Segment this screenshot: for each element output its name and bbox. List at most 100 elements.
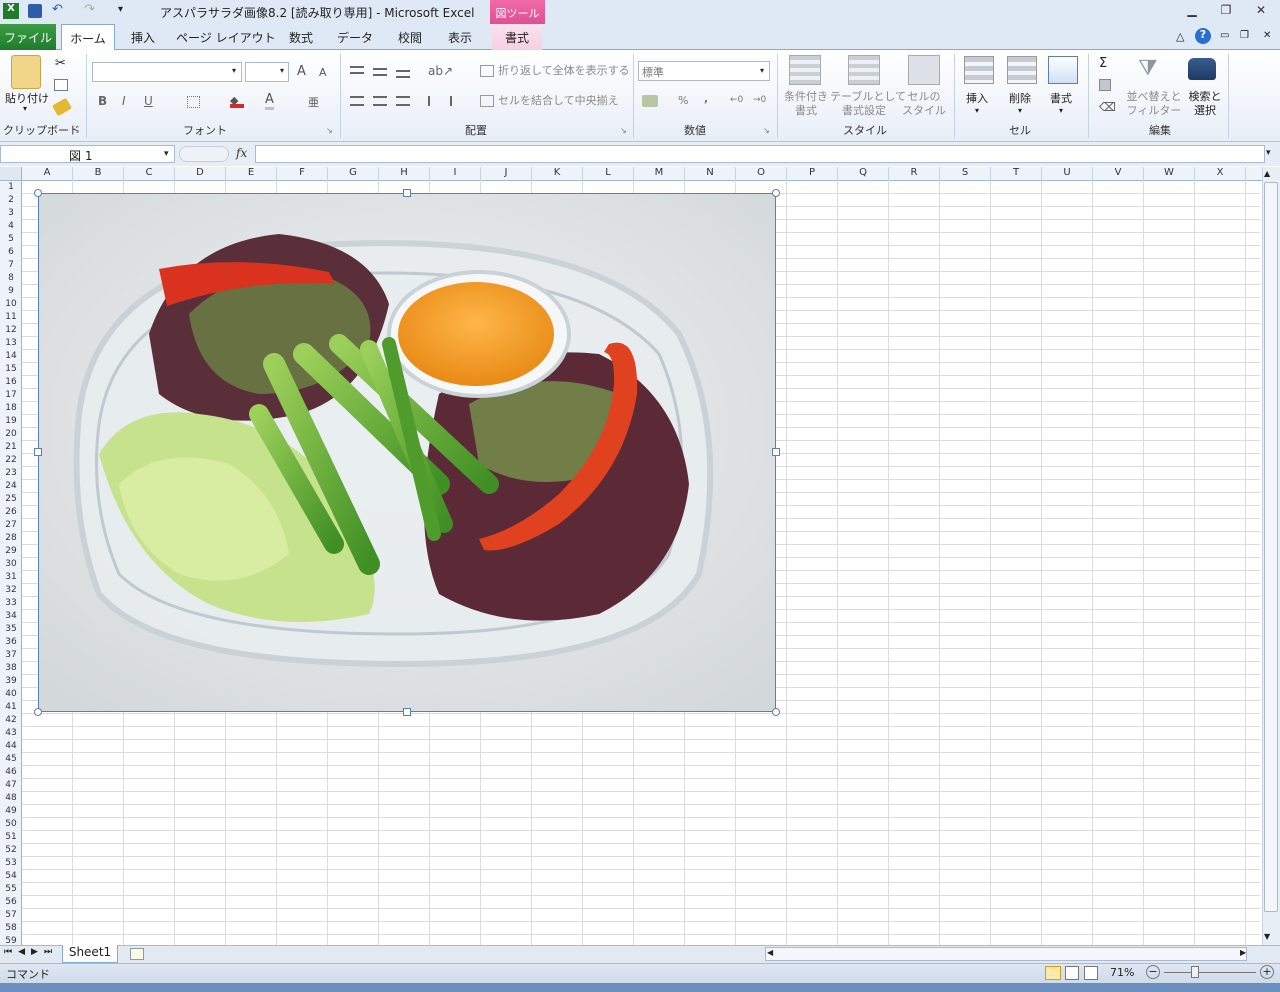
- row-header[interactable]: 40: [0, 688, 22, 701]
- row-header[interactable]: 31: [0, 571, 22, 584]
- tab-file[interactable]: ファイル: [0, 24, 56, 50]
- row-header[interactable]: 21: [0, 441, 22, 454]
- align-bottom-icon[interactable]: [396, 70, 410, 78]
- row-header[interactable]: 20: [0, 428, 22, 441]
- decrease-decimal-icon[interactable]: →0: [753, 95, 766, 105]
- row-header[interactable]: 14: [0, 350, 22, 363]
- row-header[interactable]: 5: [0, 233, 22, 246]
- undo-icon[interactable]: ↶: [52, 2, 63, 17]
- tab-review[interactable]: 校閲: [392, 24, 428, 50]
- normal-view-icon[interactable]: [1045, 966, 1061, 980]
- help-icon[interactable]: ?: [1195, 28, 1211, 44]
- row-header[interactable]: 51: [0, 831, 22, 844]
- row-header[interactable]: 41: [0, 701, 22, 714]
- page-break-view-icon[interactable]: [1084, 966, 1098, 980]
- column-header[interactable]: Q: [838, 167, 889, 181]
- insert-cells-dropdown-icon[interactable]: ▾: [975, 106, 979, 115]
- number-format-combo[interactable]: 標準: [638, 61, 770, 81]
- align-middle-icon[interactable]: [373, 68, 387, 76]
- row-header[interactable]: 25: [0, 493, 22, 506]
- tab-insert[interactable]: 挿入: [125, 24, 161, 50]
- row-header[interactable]: 39: [0, 675, 22, 688]
- name-box-dropdown-icon[interactable]: ▾: [164, 149, 169, 159]
- conditional-formatting-button[interactable]: 条件付き 書式: [782, 90, 830, 118]
- row-header[interactable]: 17: [0, 389, 22, 402]
- number-launcher-icon[interactable]: ↘: [763, 126, 770, 135]
- increase-decimal-icon[interactable]: ←0: [730, 95, 743, 105]
- column-header[interactable]: N: [685, 167, 736, 181]
- row-header[interactable]: 45: [0, 753, 22, 766]
- find-binoculars-icon[interactable]: [1188, 58, 1216, 80]
- decrease-indent-icon[interactable]: [428, 96, 442, 106]
- column-header[interactable]: V: [1093, 167, 1144, 181]
- align-left-icon[interactable]: [350, 96, 364, 106]
- row-header[interactable]: 46: [0, 766, 22, 779]
- resize-handle-top-right[interactable]: [772, 189, 780, 197]
- workbook-minimize-icon[interactable]: ▭: [1220, 30, 1229, 41]
- row-header[interactable]: 11: [0, 311, 22, 324]
- delete-cells-dropdown-icon[interactable]: ▾: [1018, 106, 1022, 115]
- scroll-down-icon[interactable]: ▼: [1264, 932, 1270, 941]
- paste-icon[interactable]: [11, 55, 41, 89]
- row-header[interactable]: 23: [0, 467, 22, 480]
- cell-styles-button[interactable]: セルの スタイル: [898, 90, 950, 118]
- resize-handle-left[interactable]: [34, 448, 42, 456]
- row-header[interactable]: 48: [0, 792, 22, 805]
- row-header[interactable]: 16: [0, 376, 22, 389]
- row-header[interactable]: 52: [0, 844, 22, 857]
- column-header[interactable]: L: [583, 167, 634, 181]
- column-header[interactable]: O: [736, 167, 787, 181]
- column-header[interactable]: R: [889, 167, 940, 181]
- row-header[interactable]: 9: [0, 285, 22, 298]
- row-header[interactable]: 35: [0, 623, 22, 636]
- row-header[interactable]: 28: [0, 532, 22, 545]
- column-header[interactable]: F: [277, 167, 328, 181]
- column-header[interactable]: U: [1042, 167, 1093, 181]
- row-header[interactable]: 18: [0, 402, 22, 415]
- delete-cells-icon[interactable]: [1007, 56, 1037, 84]
- row-header[interactable]: 12: [0, 324, 22, 337]
- scroll-left-icon[interactable]: ◀: [767, 948, 773, 957]
- customize-qat-icon[interactable]: ▾: [118, 4, 123, 15]
- column-header[interactable]: G: [328, 167, 379, 181]
- delete-cells-button[interactable]: 削除: [1009, 90, 1031, 106]
- sort-filter-icon[interactable]: ⧩: [1138, 56, 1158, 81]
- zoom-level[interactable]: 71%: [1110, 966, 1134, 979]
- row-header[interactable]: 37: [0, 649, 22, 662]
- wrap-text-icon[interactable]: [480, 65, 494, 77]
- name-box[interactable]: 図 1: [0, 145, 175, 163]
- row-header[interactable]: 43: [0, 727, 22, 740]
- row-header[interactable]: 53: [0, 857, 22, 870]
- align-right-icon[interactable]: [396, 96, 410, 106]
- resize-handle-right[interactable]: [772, 448, 780, 456]
- minimize-icon[interactable]: ▁: [1181, 3, 1203, 19]
- select-all-corner[interactable]: [0, 167, 22, 181]
- workbook-close-icon[interactable]: ✕: [1263, 30, 1271, 41]
- minimize-ribbon-icon[interactable]: △: [1176, 30, 1184, 43]
- conditional-formatting-icon[interactable]: [789, 55, 821, 85]
- column-header[interactable]: D: [175, 167, 226, 181]
- restore-icon[interactable]: ❐: [1215, 3, 1237, 19]
- align-center-icon[interactable]: [373, 96, 387, 106]
- column-header[interactable]: I: [430, 167, 481, 181]
- row-header[interactable]: 42: [0, 714, 22, 727]
- merge-center-button[interactable]: セルを結合して中央揃え: [498, 94, 619, 108]
- tab-data[interactable]: データ: [336, 24, 374, 50]
- wrap-text-button[interactable]: 折り返して全体を表示する: [498, 64, 630, 78]
- row-header[interactable]: 38: [0, 662, 22, 675]
- resize-handle-top[interactable]: [403, 189, 411, 197]
- vertical-scroll-thumb[interactable]: [1264, 182, 1278, 912]
- copy-icon[interactable]: [54, 79, 68, 91]
- underline-icon[interactable]: U: [144, 94, 153, 108]
- increase-indent-icon[interactable]: [450, 96, 464, 106]
- save-icon[interactable]: [28, 4, 42, 18]
- row-header[interactable]: 19: [0, 415, 22, 428]
- increase-font-icon[interactable]: A: [297, 64, 306, 79]
- row-header[interactable]: 29: [0, 545, 22, 558]
- column-header[interactable]: B: [73, 167, 124, 181]
- font-color-icon[interactable]: A: [265, 92, 274, 110]
- column-header[interactable]: J: [481, 167, 532, 181]
- autosum-button[interactable]: Σ: [1099, 56, 1107, 71]
- row-header[interactable]: 24: [0, 480, 22, 493]
- format-cells-button[interactable]: 書式: [1050, 90, 1072, 106]
